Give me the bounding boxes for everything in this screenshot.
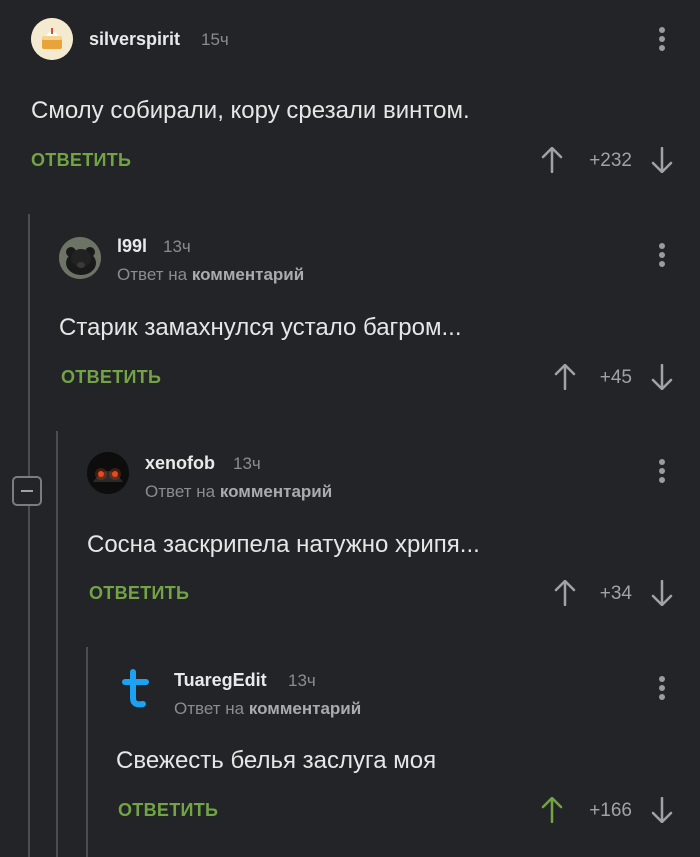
reply-button[interactable]: ОТВЕТИТЬ: [61, 367, 161, 388]
letter-t-avatar-icon[interactable]: [116, 668, 158, 710]
comment-score: +34: [599, 583, 632, 604]
thread-line-level-3: [86, 647, 88, 857]
downvote-arrow-icon[interactable]: [651, 796, 673, 824]
comment-time: 15ч: [201, 30, 229, 49]
reply-to-label: Ответ на комментарий: [117, 265, 304, 285]
reply-button[interactable]: ОТВЕТИТЬ: [31, 150, 131, 171]
thread-line-level-2: [56, 431, 58, 857]
reply-to-link[interactable]: комментарий: [192, 265, 304, 284]
reply-to-prefix: Ответ на: [174, 699, 245, 718]
comment-text: Смолу собирали, кору срезали винтом.: [31, 97, 470, 124]
dark-robot-avatar-icon[interactable]: [87, 452, 129, 494]
cake-avatar-icon[interactable]: [31, 18, 73, 60]
collapse-thread-button[interactable]: [12, 476, 42, 506]
comment-score: +166: [589, 800, 632, 821]
downvote-arrow-icon[interactable]: [651, 579, 673, 607]
username[interactable]: silverspirit: [89, 29, 180, 50]
reply-to-label: Ответ на комментарий: [145, 482, 332, 502]
upvote-arrow-icon[interactable]: [541, 146, 563, 174]
more-options-icon[interactable]: [657, 676, 667, 706]
username[interactable]: l99l: [117, 236, 147, 257]
comment-time: 13ч: [163, 237, 191, 256]
upvote-arrow-icon[interactable]: [541, 796, 563, 824]
reply-to-link[interactable]: комментарий: [249, 699, 361, 718]
more-options-icon[interactable]: [657, 243, 667, 273]
bear-avatar-icon[interactable]: [59, 237, 101, 279]
reply-button[interactable]: ОТВЕТИТЬ: [89, 583, 189, 604]
username[interactable]: TuaregEdit: [174, 670, 267, 691]
username[interactable]: xenofob: [145, 453, 215, 474]
reply-to-label: Ответ на комментарий: [174, 699, 361, 719]
comment-time: 13ч: [233, 454, 261, 473]
more-options-icon[interactable]: [657, 27, 667, 57]
comment-time: 13ч: [288, 671, 316, 690]
comment-text: Старик замахнулся устало багром...: [59, 314, 462, 341]
reply-to-prefix: Ответ на: [117, 265, 188, 284]
comment-text: Сосна заскрипела натужно хрипя...: [87, 531, 480, 558]
comment-text: Свежесть белья заслуга моя: [116, 747, 437, 774]
downvote-arrow-icon[interactable]: [651, 146, 673, 174]
thread-line-level-1: [28, 214, 30, 857]
downvote-arrow-icon[interactable]: [651, 363, 673, 391]
comment-score: +45: [599, 367, 632, 388]
reply-to-prefix: Ответ на: [145, 482, 216, 501]
reply-button[interactable]: ОТВЕТИТЬ: [118, 800, 218, 821]
comment-score: +232: [589, 150, 632, 171]
more-options-icon[interactable]: [657, 459, 667, 489]
reply-to-link[interactable]: комментарий: [220, 482, 332, 501]
